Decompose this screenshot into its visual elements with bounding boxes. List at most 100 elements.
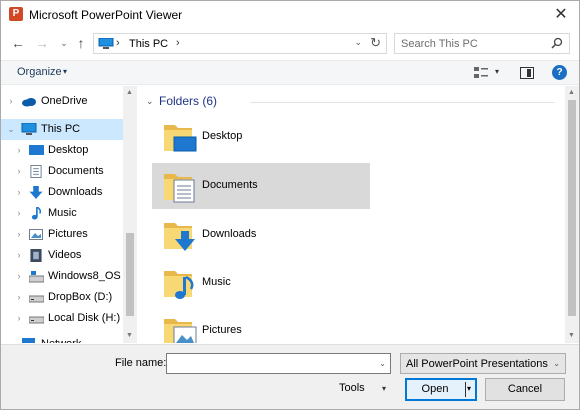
videos-icon xyxy=(30,249,42,262)
folder-label: Music xyxy=(202,276,231,288)
nav-item-local-disk[interactable]: › Local Disk (H:) xyxy=(1,308,123,329)
search-input[interactable]: Search This PC xyxy=(394,33,570,54)
nav-item-downloads[interactable]: › Downloads xyxy=(1,182,123,203)
powerpoint-icon: P xyxy=(9,7,23,21)
expand-chevron-icon[interactable]: › xyxy=(14,308,24,329)
address-dropdown-icon[interactable]: ⌄ xyxy=(354,37,362,48)
nav-item-videos[interactable]: › Videos xyxy=(1,245,123,266)
nav-item-label: Videos xyxy=(48,249,82,261)
expand-chevron-icon[interactable]: › xyxy=(14,245,24,266)
view-options-caret-icon[interactable]: ▾ xyxy=(495,67,499,76)
expand-chevron-icon[interactable]: › xyxy=(14,182,24,203)
file-name-input[interactable]: ⌄ xyxy=(166,353,391,374)
expand-chevron-icon[interactable]: › xyxy=(6,334,16,343)
recent-locations-chevron-icon[interactable]: ⌄ xyxy=(56,35,72,51)
split-button-divider xyxy=(465,382,466,397)
cancel-button[interactable]: Cancel xyxy=(485,378,565,401)
expand-chevron-icon[interactable]: › xyxy=(14,140,24,161)
scrollbar-thumb[interactable] xyxy=(568,100,576,316)
refresh-icon[interactable]: ↻ xyxy=(370,35,381,51)
expand-chevron-icon[interactable]: › xyxy=(14,203,24,224)
nav-item-dropbox-drive[interactable]: › DropBox (D:) xyxy=(1,287,123,308)
nav-item-label: Music xyxy=(48,207,77,219)
scroll-down-arrow-icon[interactable]: ▼ xyxy=(126,332,133,339)
expand-chevron-icon[interactable]: › xyxy=(6,91,16,112)
nav-item-label: Pictures xyxy=(48,228,88,240)
open-options-caret-icon[interactable]: ▾ xyxy=(467,384,471,393)
forward-arrow-icon[interactable]: → xyxy=(34,35,50,51)
expanded-chevron-icon[interactable]: ⌄ xyxy=(6,119,16,140)
change-view-icon[interactable] xyxy=(473,66,489,80)
open-button[interactable]: Open ▾ xyxy=(405,378,477,401)
nav-item-onedrive[interactable]: › OneDrive xyxy=(1,91,123,112)
nav-item-label: Network xyxy=(41,334,81,343)
folder-view: ⌄ Folders (6) Desktop Documents Download… xyxy=(138,86,565,343)
scroll-down-arrow-icon[interactable]: ▼ xyxy=(568,332,575,339)
nav-item-desktop[interactable]: › Desktop xyxy=(1,140,123,161)
nav-item-documents[interactable]: › Documents xyxy=(1,161,123,182)
nav-item-network[interactable]: › Network xyxy=(1,334,123,343)
expand-chevron-icon[interactable]: › xyxy=(14,266,24,287)
nav-item-windows8-os[interactable]: › Windows8_OS (C xyxy=(1,266,123,287)
this-pc-icon xyxy=(21,123,37,135)
desktop-icon xyxy=(29,145,44,155)
drive-icon xyxy=(29,295,44,303)
file-type-select[interactable]: All PowerPoint Presentations (* ⌄ xyxy=(400,353,566,374)
back-arrow-icon[interactable]: ← xyxy=(10,35,26,51)
group-header-folders[interactable]: Folders (6) xyxy=(159,94,217,108)
nav-item-label: Documents xyxy=(48,165,104,177)
breadcrumb-separator-icon[interactable]: › xyxy=(176,37,180,49)
file-type-dropdown-icon[interactable]: ⌄ xyxy=(553,359,560,368)
search-icon[interactable] xyxy=(551,37,563,49)
nav-item-label: Local Disk (H:) xyxy=(48,312,121,324)
folder-tile-desktop[interactable]: Desktop xyxy=(152,114,370,160)
help-icon[interactable]: ? xyxy=(552,65,567,80)
desktop-folder-icon xyxy=(164,125,197,152)
organize-button[interactable]: Organize xyxy=(17,66,62,78)
scrollbar-thumb[interactable] xyxy=(126,233,134,316)
folder-tile-documents[interactable]: Documents xyxy=(152,163,370,209)
up-arrow-icon[interactable]: ↑ xyxy=(73,35,89,51)
folder-tile-music[interactable]: Music xyxy=(152,260,370,306)
folder-label: Desktop xyxy=(202,130,243,142)
tools-button[interactable]: Tools xyxy=(339,382,365,394)
organize-caret-icon[interactable]: ▾ xyxy=(63,67,67,76)
music-folder-icon xyxy=(164,271,194,299)
nav-item-label: Desktop xyxy=(48,144,89,156)
dialog-footer: File name: ⌄ All PowerPoint Presentation… xyxy=(1,344,579,409)
downloads-folder-icon xyxy=(164,223,195,251)
nav-item-label: OneDrive xyxy=(41,95,88,107)
breadcrumb-separator-icon[interactable]: › xyxy=(116,37,120,49)
breadcrumb-this-pc[interactable]: This PC xyxy=(129,38,168,50)
address-bar[interactable]: › This PC › ⌄ ↻ xyxy=(93,33,387,54)
nav-item-pictures[interactable]: › Pictures xyxy=(1,224,123,245)
open-button-label: Open xyxy=(421,383,449,395)
documents-icon xyxy=(30,165,42,178)
file-type-value: All PowerPoint Presentations (* xyxy=(406,358,548,370)
expand-chevron-icon[interactable]: › xyxy=(14,161,24,182)
scroll-up-arrow-icon[interactable]: ▲ xyxy=(126,89,133,96)
search-placeholder: Search This PC xyxy=(401,38,478,50)
nav-item-music[interactable]: › Music xyxy=(1,203,123,224)
folder-view-scrollbar[interactable]: ▲ ▼ xyxy=(565,86,579,343)
tools-caret-icon[interactable]: ▾ xyxy=(382,384,386,393)
title-bar: P Microsoft PowerPoint Viewer ✕ xyxy=(1,1,579,29)
command-bar: Organize ▾ ▾ ? xyxy=(1,60,579,85)
group-collapse-chevron-icon[interactable]: ⌄ xyxy=(146,96,154,107)
navigation-bar: ← → ⌄ ↑ › This PC › ⌄ ↻ Search This PC xyxy=(1,29,579,59)
expand-chevron-icon[interactable]: › xyxy=(14,224,24,245)
scroll-up-arrow-icon[interactable]: ▲ xyxy=(568,89,575,96)
window-title: Microsoft PowerPoint Viewer xyxy=(29,8,183,22)
folder-tile-pictures[interactable]: Pictures xyxy=(152,308,370,343)
expand-chevron-icon[interactable]: › xyxy=(14,287,24,308)
system-drive-icon xyxy=(29,271,44,283)
nav-pane-scrollbar[interactable]: ▲ ▼ xyxy=(123,86,137,343)
open-file-dialog: P Microsoft PowerPoint Viewer ✕ ← → ⌄ ↑ … xyxy=(0,0,580,410)
preview-pane-icon[interactable] xyxy=(520,67,534,79)
nav-item-this-pc[interactable]: ⌄ This PC xyxy=(1,119,123,140)
onedrive-icon xyxy=(22,98,36,107)
folder-tile-downloads[interactable]: Downloads xyxy=(152,212,370,258)
close-button[interactable]: ✕ xyxy=(551,5,571,25)
file-name-dropdown-icon[interactable]: ⌄ xyxy=(379,359,386,368)
computer-icon xyxy=(98,38,114,49)
